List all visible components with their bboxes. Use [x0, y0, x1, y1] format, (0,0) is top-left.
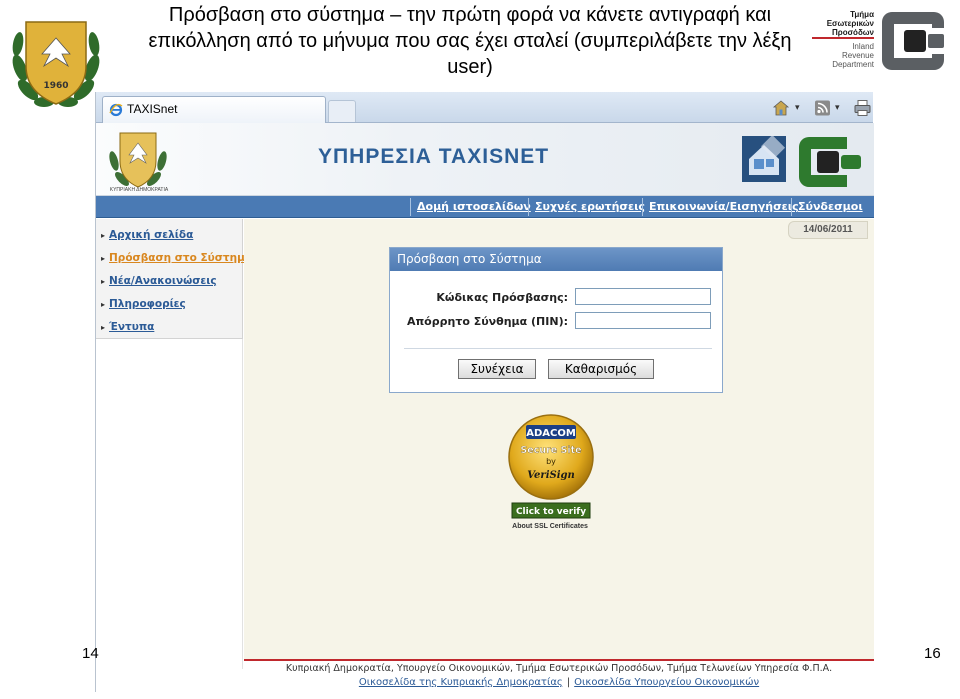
ie-icon — [109, 103, 123, 117]
seal-line1: Secure Site — [520, 445, 581, 456]
main-content: 14/06/2011 Πρόσβαση στο Σύστημα Κώδικας … — [244, 219, 874, 669]
sidebar-item-label: Νέα/Ανακοινώσεις — [109, 275, 217, 287]
footer-links: Οικοσελίδα της Κυπριακής Δημοκρατίας | Οικ… — [244, 677, 874, 688]
home-icon[interactable] — [772, 98, 790, 118]
department-name: Τμήμα Εσωτερικών Προσόδων Inland Revenue… — [806, 10, 874, 69]
slide-title: Πρόσβαση στο σύστημα – την πρώτη φορά να… — [148, 4, 792, 78]
bullet-arrow-icon: ▸ — [101, 300, 106, 309]
dept-divider — [812, 37, 874, 39]
site-emblem — [109, 132, 167, 188]
site-title: ΥΠΗΡΕΣΙΑ TAXISNET — [318, 145, 550, 168]
access-code-input[interactable] — [575, 288, 711, 305]
home-dropdown-icon[interactable]: ▾ — [795, 102, 800, 113]
seal-line2: by — [546, 457, 556, 466]
nav-divider — [410, 198, 411, 216]
footer-separator: | — [566, 677, 571, 688]
access-code-label: Κώδικας Πρόσβασης: — [436, 291, 568, 304]
top-nav: Δομή ιστοσελίδων Συχνές ερωτήσεις Επικοι… — [96, 196, 874, 218]
feeds-dropdown-icon[interactable]: ▾ — [835, 102, 840, 113]
ssl-certificates-link[interactable]: About SSL Certificates — [502, 523, 598, 530]
browser-tab-title: TAXISnet — [127, 102, 178, 116]
browser-tab[interactable]: TAXISnet — [102, 96, 326, 123]
footer-divider — [244, 659, 874, 661]
feeds-icon[interactable] — [814, 98, 831, 118]
dept-en-line: Revenue — [841, 51, 874, 60]
nav-divider — [528, 198, 529, 216]
taxisnet-logo-icon — [799, 137, 861, 187]
sidebar-background — [96, 339, 243, 669]
new-tab-button[interactable] — [328, 100, 356, 122]
pin-label: Απόρρητο Σύνθημα (ΠΙΝ): — [406, 315, 568, 328]
nav-contact[interactable]: Επικοινωνία/Εισηγήσεις — [649, 200, 799, 213]
login-divider — [404, 348, 712, 349]
sidebar-item-info[interactable]: ▸ Πληροφορίες — [101, 298, 186, 310]
slide-date: 14 — [82, 645, 99, 662]
footer-link-cyprus-gov[interactable]: Οικοσελίδα της Κυπριακής Δημοκρατίας — [359, 677, 563, 688]
footer-link-ministry[interactable]: Οικοσελίδα Υπουργείου Οικονομικών — [574, 677, 759, 688]
sidebar-item-label: Αρχική σελίδα — [109, 229, 194, 241]
sidebar-item-home[interactable]: ▸ Αρχική σελίδα — [101, 229, 193, 241]
ird-logo — [882, 12, 944, 70]
site-footer: Κυπριακή Δημοκρατία, Υπουργείο Οικονομικ… — [244, 659, 874, 692]
slide-number: 16 — [924, 645, 941, 662]
login-panel: Πρόσβαση στο Σύστημα Κώδικας Πρόσβασης: … — [389, 247, 723, 393]
sidebar: ▸ Αρχική σελίδα ▸ Πρόσβαση στο Σύστημα ▸ Νέ… — [96, 219, 252, 339]
dept-gr-line: Εσωτερικών — [826, 19, 874, 28]
dept-en-line: Inland — [852, 42, 874, 51]
seal-line3: VeriSign — [527, 470, 575, 481]
sidebar-item-forms[interactable]: ▸ Έντυπα — [101, 321, 154, 333]
bullet-arrow-icon: ▸ — [101, 277, 106, 286]
site-header: ΚΥΠΡΙΑΚΗ ΔΗΜΟΚΡΑΤΙΑ ΥΠΗΡΕΣΙΑ TAXISNET — [96, 123, 874, 196]
site-emblem-caption: ΚΥΠΡΙΑΚΗ ΔΗΜΟΚΡΑΤΙΑ — [109, 187, 169, 193]
nav-links[interactable]: Σύνδεσμοι — [798, 200, 863, 213]
bullet-arrow-icon: ▸ — [101, 323, 106, 332]
bullet-arrow-icon: ▸ — [101, 254, 106, 263]
dept-gr-line: Τμήμα — [850, 10, 874, 19]
nav-divider — [791, 198, 792, 216]
cyprus-emblem: 1960 — [12, 21, 100, 107]
sidebar-item-system-access[interactable]: ▸ Πρόσβαση στο Σύστημα — [101, 252, 252, 264]
emblem-year: 1960 — [43, 81, 68, 91]
seal-brand: ADACOM — [526, 428, 576, 439]
sidebar-item-label: Πρόσβαση στο Σύστημα — [109, 252, 253, 264]
seal-cta: Click to verify — [516, 507, 586, 517]
browser-window: TAXISnet ▾ ▾ ΚΥΠΡΙΑΚΗ ΔΗΜΟΚΡΑΤΙΑ ΥΠΗΡΕΣΙ… — [95, 92, 874, 692]
nav-divider — [642, 198, 643, 216]
sidebar-item-label: Έντυπα — [109, 321, 155, 333]
sidebar-item-label: Πληροφορίες — [109, 298, 186, 310]
print-icon[interactable] — [854, 98, 871, 118]
nav-faq[interactable]: Συχνές ερωτήσεις — [535, 200, 645, 213]
nav-site-map[interactable]: Δομή ιστοσελίδων — [417, 200, 531, 213]
browser-tab-bar: TAXISnet ▾ ▾ — [96, 92, 873, 123]
bullet-arrow-icon: ▸ — [101, 231, 106, 240]
login-heading: Πρόσβαση στο Σύστημα — [390, 248, 722, 271]
continue-button[interactable]: Συνέχεια — [458, 359, 536, 379]
footer-text: Κυπριακή Δημοκρατία, Υπουργείο Οικονομικ… — [285, 663, 833, 674]
verisign-seal[interactable]: ADACOM Secure Site by VeriSign Click to … — [506, 411, 596, 521]
current-date: 14/06/2011 — [788, 221, 868, 239]
dept-gr-line: Προσόδων — [831, 28, 874, 37]
sidebar-item-news[interactable]: ▸ Νέα/Ανακοινώσεις — [101, 275, 217, 287]
pin-input[interactable] — [575, 312, 711, 329]
dept-en-line: Department — [832, 60, 874, 69]
tax-house-icon — [742, 135, 786, 182]
clear-button[interactable]: Καθαρισμός — [548, 359, 654, 379]
